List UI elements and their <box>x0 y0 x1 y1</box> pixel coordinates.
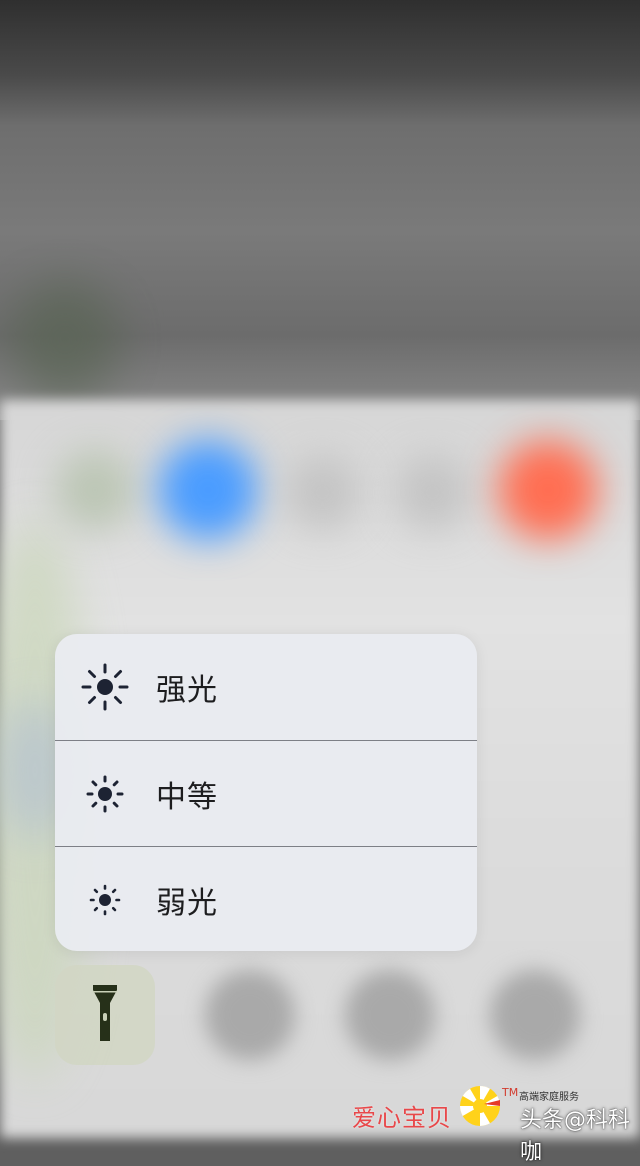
flashlight-icon <box>90 983 120 1047</box>
menu-item-high[interactable]: 强光 <box>55 634 477 739</box>
watermark-tm: TM <box>502 1086 519 1099</box>
wifi-toggle-blurred[interactable] <box>158 440 258 540</box>
menu-item-label: 强光 <box>156 672 218 708</box>
calculator-button-blurred[interactable] <box>345 970 435 1060</box>
sun-medium-icon <box>79 768 131 820</box>
bluetooth-toggle-blurred[interactable] <box>285 455 360 530</box>
watermark-right-text: 头条@科科咖 <box>520 1108 631 1165</box>
airplane-toggle-blurred[interactable] <box>55 450 135 530</box>
menu-item-label: 弱光 <box>156 885 218 921</box>
sun-large-icon <box>79 661 131 713</box>
dnd-toggle-blurred[interactable] <box>395 455 470 530</box>
flashlight-button[interactable] <box>55 965 155 1065</box>
menu-item-label: 中等 <box>156 779 218 815</box>
watermark-service-text: 高端家庭服务 <box>519 1092 579 1103</box>
menu-item-low[interactable]: 弱光 <box>55 847 477 951</box>
timer-button-blurred[interactable] <box>205 970 295 1060</box>
blurred-green-shape <box>10 280 120 400</box>
watermark-left-text: 爱心宝贝 <box>352 1104 452 1132</box>
sun-small-icon <box>79 874 131 926</box>
menu-item-medium[interactable]: 中等 <box>55 741 477 846</box>
flashlight-intensity-menu: 强光 中等 弱光 <box>55 634 477 951</box>
camera-button-blurred[interactable] <box>490 970 580 1060</box>
watermark-logo-icon <box>458 1084 502 1128</box>
rotation-lock-toggle-blurred[interactable] <box>498 440 598 540</box>
